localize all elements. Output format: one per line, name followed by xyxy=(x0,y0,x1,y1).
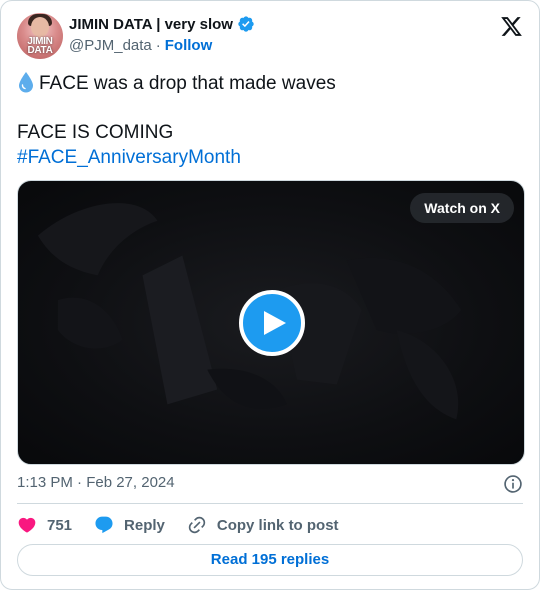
play-icon xyxy=(264,311,286,335)
video-player[interactable]: Watch on X xyxy=(17,180,525,465)
watch-on-x-button[interactable]: Watch on X xyxy=(410,193,514,223)
like-button[interactable]: 751 xyxy=(17,515,72,535)
handle-separator: · xyxy=(155,37,161,54)
divider xyxy=(17,503,523,504)
avatar-logo-text: JIMIN DATA xyxy=(27,36,53,56)
read-replies-button[interactable]: Read 195 replies xyxy=(17,544,523,576)
hashtag-link[interactable]: #FACE_AnniversaryMonth xyxy=(17,145,523,170)
heart-icon xyxy=(18,517,36,533)
post-line-1-text: FACE was a drop that made waves xyxy=(39,73,336,94)
copy-link-button[interactable]: Copy link to post xyxy=(187,515,339,535)
reply-bubble-icon xyxy=(95,516,113,534)
follow-button[interactable]: Follow xyxy=(165,37,213,54)
droplet-icon xyxy=(19,72,33,93)
post-text: FACE was a drop that made waves FACE IS … xyxy=(17,71,523,170)
copy-link-label: Copy link to post xyxy=(216,516,339,534)
author-handle[interactable]: @PJM_data xyxy=(69,37,152,54)
post-header: JIMIN DATA JIMIN DATA | very slow @PJM_da… xyxy=(17,13,523,61)
avatar-face xyxy=(31,17,49,37)
reply-button[interactable]: Reply xyxy=(94,515,165,535)
avatar[interactable]: JIMIN DATA xyxy=(17,13,63,59)
embedded-post-card: JIMIN DATA JIMIN DATA | very slow @PJM_da… xyxy=(0,0,540,590)
verified-badge-icon xyxy=(238,16,254,32)
reply-label: Reply xyxy=(124,516,165,534)
post-timestamp[interactable]: 1:13 PM · Feb 27, 2024 xyxy=(17,474,175,491)
post-line-2: FACE IS COMING xyxy=(17,122,174,143)
info-icon[interactable] xyxy=(503,474,523,494)
post-line-spacer xyxy=(17,96,523,120)
like-count: 751 xyxy=(47,516,73,534)
link-icon xyxy=(188,516,206,534)
play-button[interactable] xyxy=(239,290,305,356)
post-line-1: FACE was a drop that made waves xyxy=(17,71,523,96)
x-logo-icon[interactable] xyxy=(500,15,523,38)
post-actions: 751 Reply Copy link to post xyxy=(17,513,361,537)
author-handle-row: @PJM_data · Follow xyxy=(69,37,212,54)
author-name-row[interactable]: JIMIN DATA | very slow xyxy=(69,15,255,33)
author-display-name[interactable]: JIMIN DATA | very slow xyxy=(69,16,233,33)
